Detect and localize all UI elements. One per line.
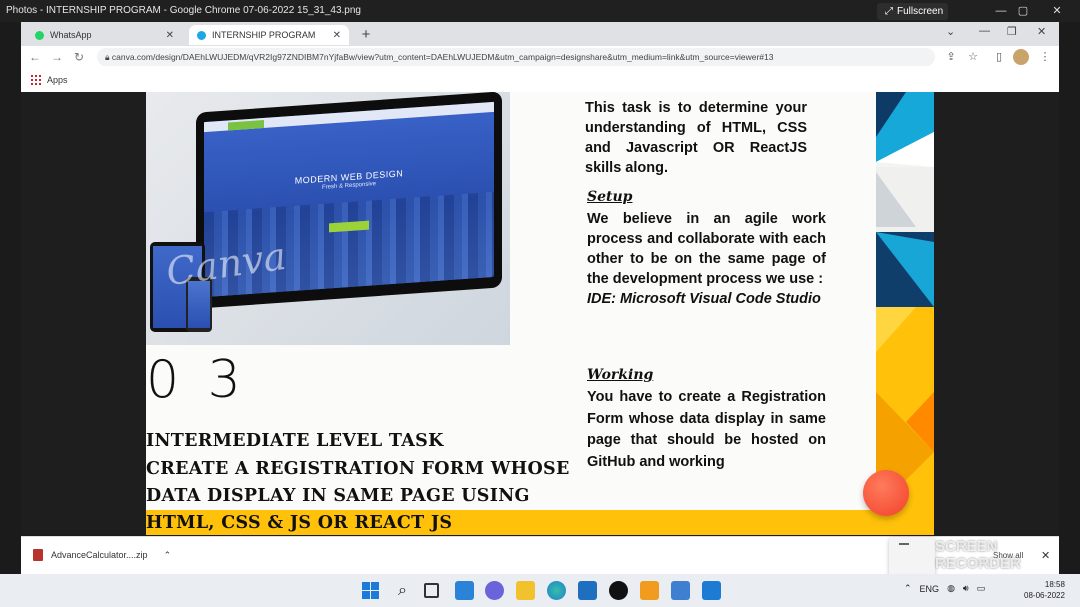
- decorative-pattern: [876, 92, 934, 510]
- intro-text: This task is to determine your understan…: [585, 100, 807, 176]
- orange-ball-decoration: [863, 470, 909, 516]
- vscode-icon[interactable]: [702, 581, 721, 600]
- search-icon[interactable]: ⌕: [393, 581, 412, 600]
- tab-close-icon[interactable]: ✕: [166, 30, 174, 41]
- network-icon[interactable]: ◍: [947, 583, 955, 594]
- tab-search-icon[interactable]: ⌄: [946, 25, 955, 38]
- setup-heading: Setup: [587, 189, 633, 205]
- share-icon[interactable]: ⇪: [943, 49, 959, 65]
- system-tray: ⌃ ENG ◍ 🔊︎ ▭: [904, 583, 985, 594]
- new-tab-button[interactable]: +: [357, 25, 375, 45]
- widgets-icon[interactable]: [455, 581, 474, 600]
- downloads-bar: AdvanceCalculator....zip ⌃ Show all ✕: [21, 536, 1059, 579]
- tab-internship-program[interactable]: INTERNSHIP PROGRAM ✕: [189, 25, 349, 45]
- presentation-slide: MODERN WEB DESIGN Fresh & Responsive Can…: [146, 92, 934, 535]
- volume-icon[interactable]: 🔊︎: [963, 583, 969, 594]
- back-icon[interactable]: ←: [27, 49, 43, 65]
- record-indicator-icon: [899, 543, 909, 545]
- task-number: 0 3: [146, 350, 247, 410]
- battery-icon[interactable]: ▭: [977, 583, 986, 594]
- screen-recorder-watermark: SCREEN RECORDER: [935, 538, 1021, 572]
- task-level-heading: INTERMEDIATE LEVEL TASK: [146, 431, 444, 451]
- setup-ide: IDE: Microsoft Visual Code Studio: [587, 291, 821, 307]
- tab-close-icon[interactable]: ✕: [333, 30, 341, 41]
- download-item[interactable]: AdvanceCalculator....zip ⌃: [33, 549, 171, 561]
- profile-avatar[interactable]: [1013, 49, 1029, 65]
- file-explorer-icon[interactable]: [516, 581, 535, 600]
- windows-taskbar: ⌕ ⌃ ENG ◍ 🔊︎ ▭ 18:58 08-06-2022: [0, 574, 1080, 607]
- photos-icon[interactable]: [671, 581, 690, 600]
- task-title-line: HTML, CSS & JS OR REACT JS: [146, 513, 453, 533]
- canva-icon: [197, 30, 206, 40]
- lock-icon: 🔒︎: [105, 52, 112, 62]
- menu-icon[interactable]: ⋮: [1037, 49, 1053, 65]
- mail-icon[interactable]: [578, 581, 597, 600]
- minimize-icon[interactable]: —: [990, 3, 1012, 19]
- tab-label: INTERNSHIP PROGRAM: [212, 30, 316, 40]
- chrome-frame: WhatsApp ✕ INTERNSHIP PROGRAM ✕ + ⌄ — ❐ …: [21, 22, 1059, 92]
- start-icon[interactable]: [361, 581, 380, 600]
- photos-title-bar: Photos - INTERNSHIP PROGRAM - Google Chr…: [0, 0, 1080, 22]
- task-title-line: CREATE A REGISTRATION FORM WHOSE: [146, 459, 570, 479]
- forward-icon[interactable]: →: [49, 49, 65, 65]
- clock-date: 08-06-2022: [1024, 591, 1065, 600]
- bookmarks-bar: Apps: [21, 68, 1059, 92]
- browser-toolbar: ← → ↻ 🔒︎ canva.com/design/DAEhLWUJEDM/qV…: [21, 46, 1059, 68]
- whatsapp-icon: [35, 30, 44, 40]
- maximize-icon[interactable]: ▢: [1012, 3, 1034, 19]
- download-file-name: AdvanceCalculator....zip: [51, 550, 148, 560]
- language-indicator[interactable]: ENG: [920, 584, 940, 594]
- chevron-up-icon[interactable]: ⌃: [164, 550, 172, 561]
- clock-time: 18:58: [1044, 580, 1065, 589]
- photos-window-title: Photos - INTERNSHIP PROGRAM - Google Chr…: [6, 5, 361, 16]
- tab-label: WhatsApp: [50, 30, 92, 40]
- working-text: You have to create a Registration Form w…: [587, 389, 826, 470]
- show-all-button[interactable]: Show all: [889, 537, 1023, 579]
- setup-text: We believe in an agile work process and …: [587, 209, 826, 309]
- working-heading: Working: [587, 367, 654, 383]
- responsive-design-image: MODERN WEB DESIGN Fresh & Responsive Can…: [146, 92, 510, 345]
- taskbar-clock[interactable]: 18:58 08-06-2022: [1024, 579, 1065, 601]
- fullscreen-button[interactable]: ⤢ Fullscreen: [877, 3, 948, 20]
- task-title-line: DATA DISPLAY IN SAME PAGE USING: [146, 486, 530, 506]
- page-viewport: MODERN WEB DESIGN Fresh & Responsive Can…: [21, 92, 1059, 535]
- apps-icon[interactable]: [31, 75, 41, 85]
- tab-whatsapp[interactable]: WhatsApp ✕: [27, 25, 182, 45]
- zip-file-icon: [33, 549, 43, 561]
- star-icon[interactable]: ☆: [965, 49, 981, 65]
- window-restore-icon[interactable]: ❐: [1007, 25, 1017, 38]
- side-panel-icon[interactable]: ▯: [991, 49, 1007, 65]
- fullscreen-icon: ⤢: [885, 6, 893, 17]
- task-view-icon[interactable]: [424, 583, 439, 598]
- window-minimize-icon[interactable]: —: [979, 25, 990, 37]
- close-icon[interactable]: ✕: [1046, 3, 1068, 19]
- reload-icon[interactable]: ↻: [71, 49, 87, 65]
- teams-chat-icon[interactable]: [485, 581, 504, 600]
- fullscreen-label: Fullscreen: [897, 6, 944, 17]
- edge-icon[interactable]: [547, 581, 566, 600]
- sublime-text-icon[interactable]: [640, 581, 659, 600]
- chevron-up-icon[interactable]: ⌃: [904, 583, 912, 594]
- dell-icon[interactable]: [609, 581, 628, 600]
- setup-body: We believe in an agile work process and …: [587, 211, 826, 287]
- window-close-icon[interactable]: ✕: [1037, 25, 1046, 38]
- url-text: canva.com/design/DAEhLWUJEDM/qVR2Ig97ZND…: [111, 52, 774, 62]
- address-bar[interactable]: 🔒︎ canva.com/design/DAEhLWUJEDM/qVR2Ig97…: [97, 48, 935, 66]
- apps-bookmark[interactable]: Apps: [47, 75, 68, 85]
